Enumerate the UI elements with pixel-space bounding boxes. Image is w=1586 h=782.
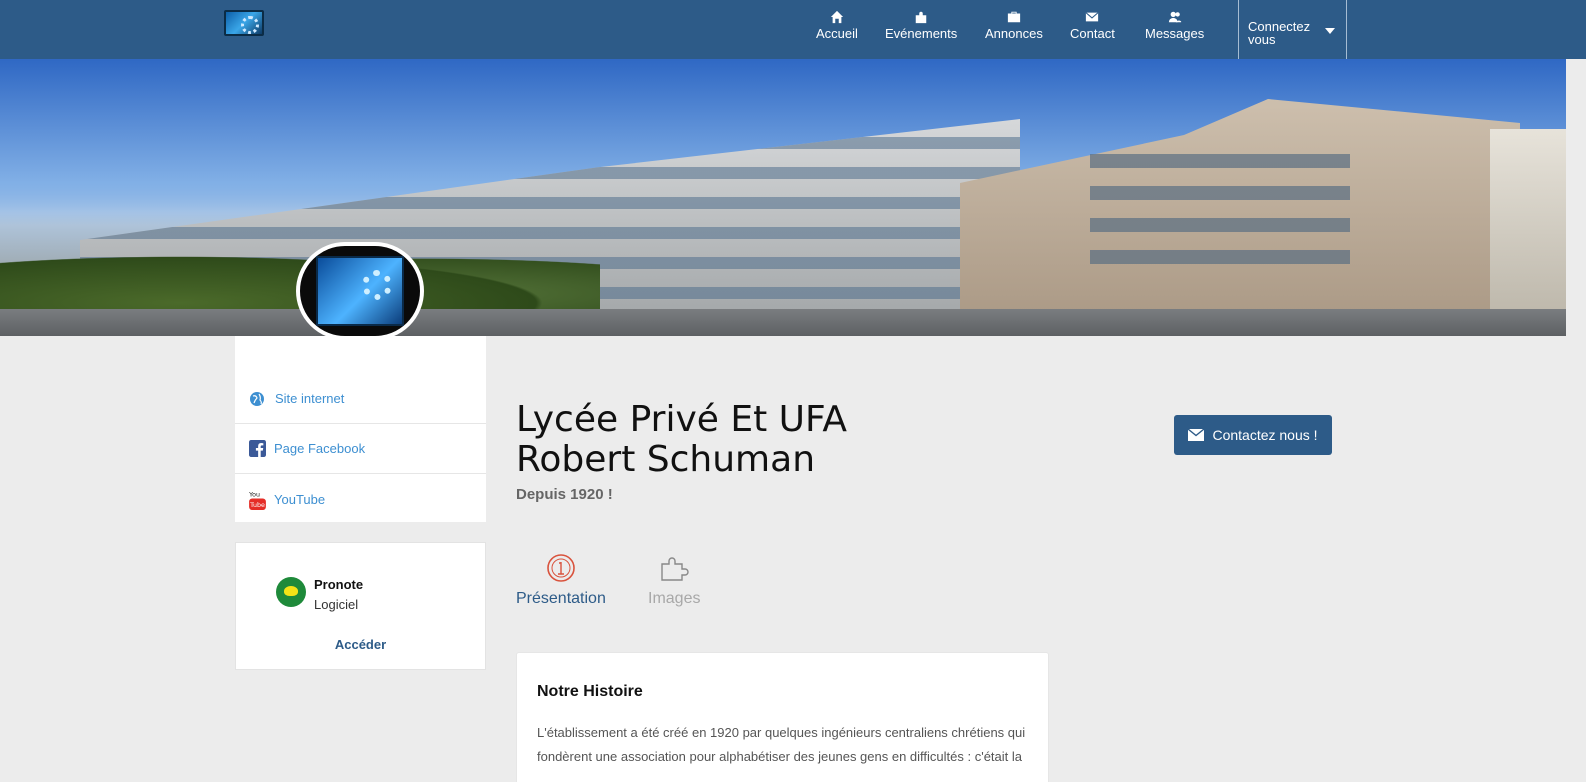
nav-label: Evénements — [885, 26, 958, 41]
link-label: Page Facebook — [274, 441, 366, 456]
gear-icon — [362, 270, 392, 300]
login-dropdown[interactable]: Connectez vous — [1248, 20, 1310, 46]
banner-building-side-windows — [1090, 154, 1350, 274]
nav-label: Annonces — [985, 26, 1043, 41]
svg-text:Tube: Tube — [249, 501, 265, 508]
pronote-name: Pronote — [314, 577, 364, 592]
contact-us-button[interactable]: Contactez nous ! — [1174, 415, 1332, 455]
profile-avatar — [296, 242, 424, 340]
nav-item-annonces[interactable]: Annonces — [985, 10, 1043, 50]
youtube-icon: You Tube — [249, 491, 266, 510]
nav-item-evenements[interactable]: Evénements — [885, 10, 957, 50]
nav-divider — [1346, 0, 1347, 59]
tab-presentation[interactable]: Présentation — [516, 552, 606, 608]
avatar-image — [316, 256, 404, 326]
login-label-line2: vous — [1248, 32, 1276, 47]
envelope-icon — [1085, 12, 1099, 22]
chevron-down-icon[interactable] — [1325, 28, 1335, 34]
link-label: YouTube — [274, 491, 326, 507]
envelope-icon — [1188, 428, 1205, 441]
info-icon — [547, 554, 575, 582]
svg-text:You: You — [249, 491, 260, 498]
pronote-logo-icon — [276, 577, 306, 607]
nav-item-messages[interactable]: Messages — [1145, 10, 1204, 50]
link-youtube[interactable]: You Tube YouTube — [235, 474, 486, 524]
puzzle-icon — [661, 557, 689, 581]
globe-icon — [250, 391, 264, 406]
link-facebook[interactable]: Page Facebook — [235, 424, 486, 474]
nav-label: Accueil — [816, 26, 858, 41]
facebook-icon — [249, 440, 266, 457]
page-subtitle: Depuis 1920 ! — [516, 486, 613, 503]
link-label: Site internet — [275, 391, 345, 406]
nav-label: Contact — [1070, 26, 1115, 41]
nav-item-contact[interactable]: Contact — [1070, 10, 1115, 50]
banner-building-right — [1490, 129, 1566, 336]
users-icon — [1168, 11, 1181, 23]
tab-label: Présentation — [516, 590, 606, 607]
pronote-access-link[interactable]: Accéder — [236, 637, 485, 652]
cover-banner — [0, 59, 1566, 336]
site-logo[interactable] — [224, 10, 264, 36]
nav-item-accueil[interactable]: Accueil — [816, 10, 858, 50]
contact-us-label: Contactez nous ! — [1212, 427, 1318, 443]
tab-label: Images — [648, 590, 701, 607]
external-links-card: Site internet Page Facebook You Tube YouT… — [235, 336, 486, 522]
tab-images[interactable]: Images — [648, 552, 700, 608]
top-navbar: Accueil Evénements Annonces Contact Mess… — [0, 0, 1586, 59]
pronote-card: Pronote Logiciel Accéder — [235, 542, 486, 670]
history-text: L'établissement a été créé en 1920 par q… — [537, 725, 1026, 764]
briefcase-icon — [1007, 11, 1021, 23]
nav-divider — [1238, 0, 1239, 59]
history-title: Notre Histoire — [537, 683, 643, 700]
history-card: Notre Histoire L'établissement a été cré… — [516, 652, 1049, 782]
banner-street — [0, 309, 1566, 336]
link-site-internet[interactable]: Site internet — [235, 374, 486, 424]
pronote-type: Logiciel — [314, 597, 359, 612]
home-icon — [830, 10, 844, 24]
nav-label: Messages — [1145, 26, 1205, 41]
page-title: Lycée Privé Et UFA Robert Schuman — [516, 399, 848, 480]
puzzle-icon — [915, 11, 927, 24]
